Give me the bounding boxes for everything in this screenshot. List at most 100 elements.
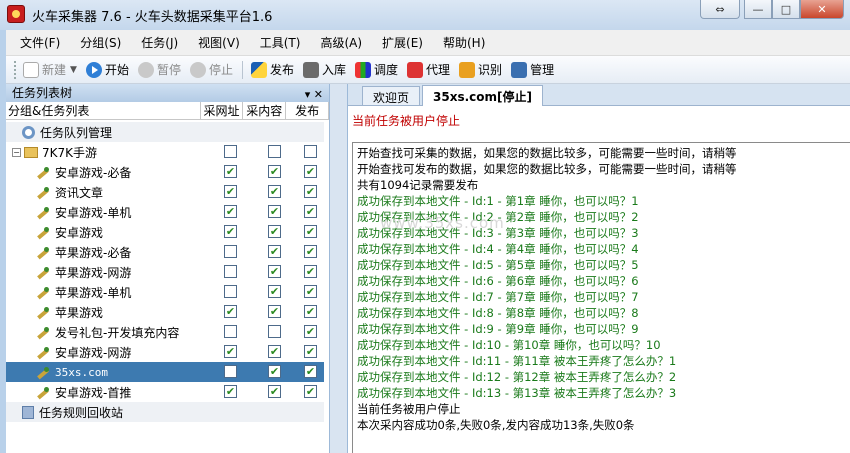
menu-task[interactable]: 任务(J) bbox=[141, 34, 178, 51]
log-line: 成功保存到本地文件 - Id:8 - 第8章 睡你，也可以吗？8 bbox=[357, 306, 639, 320]
publish-checkbox[interactable]: ✔ bbox=[304, 205, 317, 218]
log-line: 成功保存到本地文件 - Id:4 - 第4章 睡你，也可以吗？4 bbox=[357, 242, 639, 256]
collect-content-checkbox[interactable]: ✔ bbox=[268, 345, 281, 358]
publish-button[interactable]: 发布 bbox=[250, 61, 294, 78]
collect-content-checkbox[interactable]: ✔ bbox=[268, 225, 281, 238]
log-line: 开始查找可采集的数据，如果您的数据比较多，可能需要一些时间，请稍等 bbox=[357, 146, 737, 160]
tree-task-row[interactable]: 安卓游戏 ✔ ✔ ✔ bbox=[6, 222, 324, 242]
publish-checkbox[interactable]: ✔ bbox=[304, 325, 317, 338]
publish-checkbox[interactable]: ✔ bbox=[304, 185, 317, 198]
new-button[interactable]: 新建 ▼ bbox=[23, 61, 77, 78]
publish-checkbox[interactable]: ✔ bbox=[304, 225, 317, 238]
manage-button[interactable]: 管理 bbox=[511, 61, 554, 78]
menu-extensions[interactable]: 扩展(E) bbox=[382, 34, 423, 51]
start-button[interactable]: 开始 bbox=[85, 61, 129, 78]
publish-checkbox[interactable]: ✔ bbox=[304, 265, 317, 278]
log-output[interactable]: 开始查找可采集的数据，如果您的数据比较多，可能需要一些时间，请稍等 开始查找可发布… bbox=[352, 142, 850, 453]
identify-button[interactable]: 识别 bbox=[459, 61, 502, 78]
collect-url-checkbox[interactable]: ✔ bbox=[224, 185, 237, 198]
publish-checkbox[interactable]: ✔ bbox=[304, 365, 317, 378]
tree-item-label: 发号礼包-开发填充内容 bbox=[55, 325, 180, 340]
collapse-icon[interactable]: − bbox=[12, 147, 21, 157]
collect-content-checkbox[interactable]: ✔ bbox=[268, 165, 281, 178]
task-status-text: 当前任务被用户停止 bbox=[352, 114, 461, 128]
close-button[interactable]: ✕ bbox=[800, 0, 844, 19]
tree-task-row[interactable]: 苹果游戏-单机 ✔ ✔ bbox=[6, 282, 324, 302]
toolbar-grip[interactable] bbox=[14, 60, 17, 79]
column-collect-url[interactable]: 采网址 bbox=[201, 102, 244, 119]
pause-button[interactable]: 暂停 bbox=[137, 61, 181, 78]
tree-group-row[interactable]: − 7K7K手游 bbox=[6, 142, 324, 162]
menu-tools[interactable]: 工具(T) bbox=[260, 34, 301, 51]
tree-queue-row[interactable]: 任务队列管理 bbox=[6, 122, 324, 142]
publish-checkbox[interactable]: ✔ bbox=[304, 165, 317, 178]
collect-content-checkbox[interactable]: ✔ bbox=[268, 285, 281, 298]
collect-url-checkbox[interactable]: ✔ bbox=[224, 205, 237, 218]
minimize-button[interactable]: — bbox=[744, 0, 772, 19]
menu-view[interactable]: 视图(V) bbox=[198, 34, 240, 51]
collect-url-checkbox[interactable]: ✔ bbox=[224, 225, 237, 238]
proxy-button[interactable]: 代理 bbox=[407, 61, 450, 78]
collect-url-checkbox[interactable] bbox=[224, 145, 237, 158]
tree-task-row[interactable]: 安卓游戏-网游 ✔ ✔ ✔ bbox=[6, 342, 324, 362]
collect-url-checkbox[interactable]: ✔ bbox=[224, 345, 237, 358]
task-rule-icon bbox=[36, 205, 50, 219]
publish-checkbox[interactable]: ✔ bbox=[304, 285, 317, 298]
publish-checkbox[interactable]: ✔ bbox=[304, 245, 317, 258]
schedule-button[interactable]: 调度 bbox=[355, 61, 398, 78]
tree-task-row[interactable]: 35xs.com ✔ ✔ bbox=[6, 362, 324, 382]
tree-task-row[interactable]: 苹果游戏-网游 ✔ ✔ bbox=[6, 262, 324, 282]
tree-task-row[interactable]: 安卓游戏-首推 ✔ ✔ ✔ bbox=[6, 382, 324, 402]
panel-pin-close-icon[interactable]: ▾ ✕ bbox=[305, 86, 323, 104]
log-line: 成功保存到本地文件 - Id:12 - 第12章 被本王弄疼了怎么办？2 bbox=[357, 370, 677, 384]
menu-help[interactable]: 帮助(H) bbox=[443, 34, 485, 51]
menu-group[interactable]: 分组(S) bbox=[80, 34, 121, 51]
tree-item-label: 苹果游戏-必备 bbox=[55, 245, 132, 260]
publish-checkbox[interactable]: ✔ bbox=[304, 345, 317, 358]
tree-task-row[interactable]: 苹果游戏 ✔ ✔ ✔ bbox=[6, 302, 324, 322]
collect-url-checkbox[interactable]: ✔ bbox=[224, 305, 237, 318]
collect-content-checkbox[interactable]: ✔ bbox=[268, 185, 281, 198]
tree-task-row[interactable]: 苹果游戏-必备 ✔ ✔ bbox=[6, 242, 324, 262]
publish-checkbox[interactable]: ✔ bbox=[304, 305, 317, 318]
collect-content-checkbox[interactable]: ✔ bbox=[268, 385, 281, 398]
menu-advanced[interactable]: 高级(A) bbox=[320, 34, 362, 51]
tree-task-row[interactable]: 资讯文章 ✔ ✔ ✔ bbox=[6, 182, 324, 202]
stop-button[interactable]: 停止 bbox=[189, 61, 233, 78]
log-line: 本次采内容成功0条,失败0条,发内容成功13条,失败0条 bbox=[357, 418, 635, 432]
collect-url-checkbox[interactable]: ✔ bbox=[224, 165, 237, 178]
import-button[interactable]: 入库 bbox=[303, 61, 346, 78]
collect-url-checkbox[interactable] bbox=[224, 265, 237, 278]
tree-task-row[interactable]: 发号礼包-开发填充内容 ✔ bbox=[6, 322, 324, 342]
collect-content-checkbox[interactable]: ✔ bbox=[268, 245, 281, 258]
collect-content-checkbox[interactable]: ✔ bbox=[268, 305, 281, 318]
tree-task-row[interactable]: 安卓游戏-单机 ✔ ✔ ✔ bbox=[6, 202, 324, 222]
collect-url-checkbox[interactable] bbox=[224, 245, 237, 258]
chevron-down-icon[interactable]: ▼ bbox=[70, 65, 77, 75]
column-collect-content[interactable]: 采内容 bbox=[243, 102, 287, 119]
collect-url-checkbox[interactable] bbox=[224, 325, 237, 338]
tab-welcome[interactable]: 欢迎页 bbox=[362, 86, 421, 105]
tree-item-label: 35xs.com bbox=[55, 365, 108, 379]
menu-file[interactable]: 文件(F) bbox=[20, 34, 60, 51]
collect-content-checkbox[interactable]: ✔ bbox=[268, 205, 281, 218]
panel-splitter[interactable] bbox=[330, 84, 347, 453]
restore-size-button[interactable]: ⇔ bbox=[700, 0, 740, 19]
tab-task-35xs[interactable]: 35xs.com[停止] bbox=[422, 85, 543, 106]
tree-item-label: 苹果游戏-网游 bbox=[55, 265, 132, 280]
tree-task-row[interactable]: 安卓游戏-必备 ✔ ✔ ✔ bbox=[6, 162, 324, 182]
collect-content-checkbox[interactable] bbox=[268, 325, 281, 338]
collect-content-checkbox[interactable]: ✔ bbox=[268, 265, 281, 278]
column-publish[interactable]: 发布 bbox=[286, 102, 329, 119]
maximize-button[interactable]: □ bbox=[772, 0, 800, 19]
tree-bin-row[interactable]: 任务规则回收站 bbox=[6, 402, 324, 422]
column-name[interactable]: 分组&任务列表 bbox=[6, 102, 201, 119]
publish-checkbox[interactable] bbox=[304, 145, 317, 158]
collect-url-checkbox[interactable] bbox=[224, 365, 237, 378]
publish-checkbox[interactable]: ✔ bbox=[304, 385, 317, 398]
collect-content-checkbox[interactable] bbox=[268, 145, 281, 158]
collect-url-checkbox[interactable] bbox=[224, 285, 237, 298]
collect-url-checkbox[interactable]: ✔ bbox=[224, 385, 237, 398]
collect-content-checkbox[interactable]: ✔ bbox=[268, 365, 281, 378]
log-line: 当前任务被用户停止 bbox=[357, 402, 461, 416]
